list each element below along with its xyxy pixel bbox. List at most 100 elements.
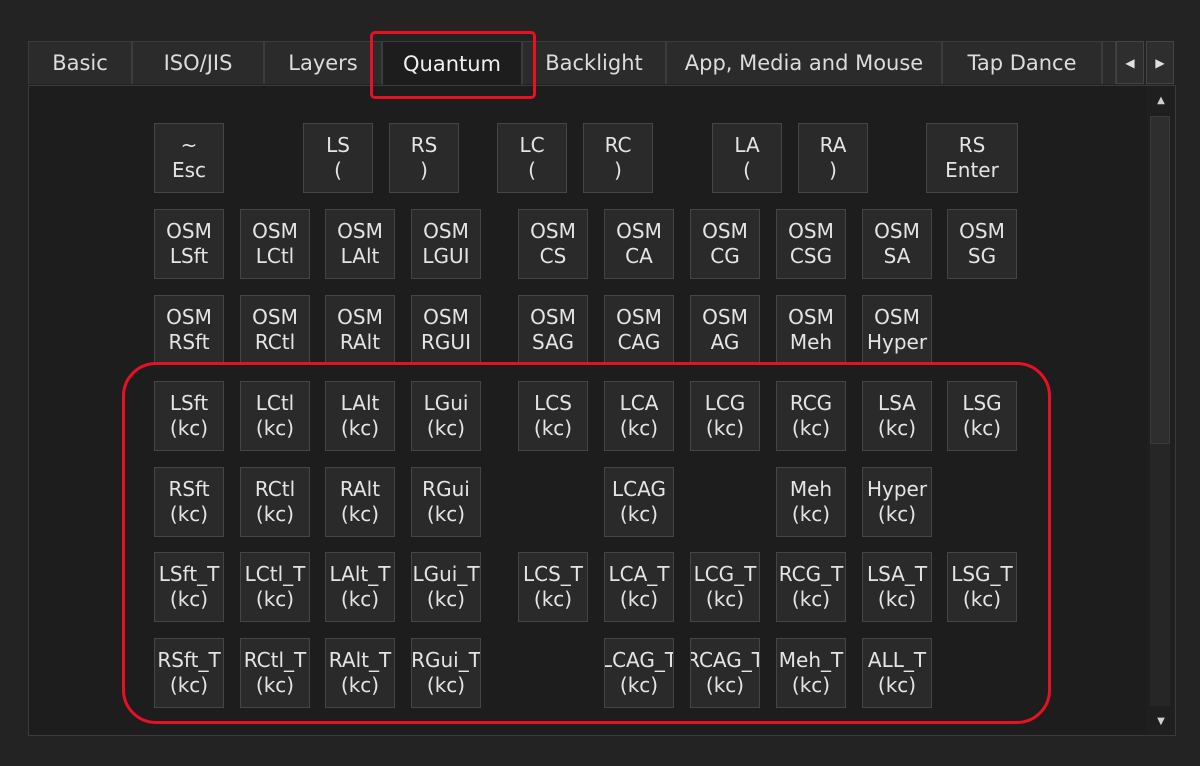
key-lctl-t-kc[interactable]: LCtl_T (kc) <box>240 552 310 622</box>
key-label-top: Hyper <box>866 477 928 501</box>
key-lsft-t-kc[interactable]: LSft_T (kc) <box>154 552 224 622</box>
scroll-track[interactable] <box>1150 116 1170 706</box>
key-rcg-t-kc[interactable]: RCG_T (kc) <box>776 552 846 622</box>
key-rgui-kc[interactable]: RGui (kc) <box>411 467 481 537</box>
key-label-top: LC <box>519 133 545 157</box>
tab-layers[interactable]: Layers <box>264 41 382 84</box>
key-osm-rsft[interactable]: OSM RSft <box>154 295 224 365</box>
key-rcg-kc[interactable]: RCG (kc) <box>776 381 846 451</box>
key-osm-ca[interactable]: OSM CA <box>604 209 674 279</box>
key-rs-paren[interactable]: RS) <box>389 123 459 193</box>
key-lcs-t-kc[interactable]: LCS_T (kc) <box>518 552 588 622</box>
tab-scroll-left-button[interactable]: ◀ <box>1116 41 1144 84</box>
key-hyper-kc[interactable]: Hyper (kc) <box>862 467 932 537</box>
scroll-down-button[interactable]: ▼ <box>1147 707 1175 735</box>
key-label-bottom: (kc) <box>877 416 917 440</box>
key-label-top: RS <box>958 133 986 157</box>
key-osm-lalt[interactable]: OSM LAlt <box>325 209 395 279</box>
key-osm-cg[interactable]: OSM CG <box>690 209 760 279</box>
key-lsa-kc[interactable]: LSA (kc) <box>862 381 932 451</box>
key-lgui-kc[interactable]: LGui (kc) <box>411 381 481 451</box>
key-lsg-t-kc[interactable]: LSG_T (kc) <box>947 552 1017 622</box>
key-lgui-t-kc[interactable]: LGui_T (kc) <box>411 552 481 622</box>
key-osm-sag[interactable]: OSM SAG <box>518 295 588 365</box>
key-lalt-t-kc[interactable]: LAlt_T (kc) <box>325 552 395 622</box>
key-lcg-kc[interactable]: LCG (kc) <box>690 381 760 451</box>
key-osm-cag[interactable]: OSM CAG <box>604 295 674 365</box>
key-lctl-kc[interactable]: LCtl (kc) <box>240 381 310 451</box>
key-lc-paren[interactable]: LC( <box>497 123 567 193</box>
key-osm-sg[interactable]: OSM SG <box>947 209 1017 279</box>
key-lsft-kc[interactable]: LSft (kc) <box>154 381 224 451</box>
key-label-bottom: (kc) <box>533 416 573 440</box>
key-osm-lctl[interactable]: OSM LCtl <box>240 209 310 279</box>
key-rsft-t-kc[interactable]: RSft_T (kc) <box>154 638 224 708</box>
key-rs-enter[interactable]: RS Enter <box>926 123 1018 193</box>
tab-overflow[interactable] <box>1102 41 1116 84</box>
key-all-t-kc[interactable]: ALL_T (kc) <box>862 638 932 708</box>
key-label-bottom: (kc) <box>962 587 1002 611</box>
key-rctl-t-kc[interactable]: RCtl_T (kc) <box>240 638 310 708</box>
tab-iso-jis[interactable]: ISO/JIS <box>132 41 264 84</box>
key-rsft-kc[interactable]: RSft (kc) <box>154 467 224 537</box>
key-la-paren[interactable]: LA( <box>712 123 782 193</box>
tab-basic[interactable]: Basic <box>28 41 132 84</box>
key-label-top: RAlt <box>339 477 381 501</box>
key-lca-t-kc[interactable]: LCA_T (kc) <box>604 552 674 622</box>
key-osm-ralt[interactable]: OSM RAlt <box>325 295 395 365</box>
key-lsa-t-kc[interactable]: LSA_T (kc) <box>862 552 932 622</box>
tab-scroll-right-button[interactable]: ▶ <box>1146 41 1174 84</box>
key-osm-csg[interactable]: OSM CSG <box>776 209 846 279</box>
key-rgui-t-kc[interactable]: RGui_T (kc) <box>411 638 481 708</box>
key-osm-meh[interactable]: OSM Meh <box>776 295 846 365</box>
key-lalt-kc[interactable]: LAlt (kc) <box>325 381 395 451</box>
scroll-up-button[interactable]: ▲ <box>1147 86 1175 114</box>
key-ls-paren[interactable]: LS( <box>303 123 373 193</box>
key-label-bottom: ) <box>614 158 622 182</box>
tab-backlight[interactable]: Backlight <box>522 41 666 84</box>
key-osm-sa[interactable]: OSM SA <box>862 209 932 279</box>
key-label-top: OSM <box>530 219 576 243</box>
key-label-top: RA <box>819 133 847 157</box>
key-lcag-t-kc[interactable]: LCAG_T (kc) <box>604 638 674 708</box>
key-label-top: OSM <box>423 305 469 329</box>
key-osm-rgui[interactable]: OSM RGUI <box>411 295 481 365</box>
key-rctl-kc[interactable]: RCtl (kc) <box>240 467 310 537</box>
key-osm-hyper[interactable]: OSM Hyper <box>862 295 932 365</box>
key-ralt-kc[interactable]: RAlt (kc) <box>325 467 395 537</box>
key-lca-kc[interactable]: LCA (kc) <box>604 381 674 451</box>
key-lcg-t-kc[interactable]: LCG_T (kc) <box>690 552 760 622</box>
key-label-bottom: LSft <box>169 244 209 268</box>
key-label-top: RC <box>604 133 632 157</box>
key-lcag-kc[interactable]: LCAG (kc) <box>604 467 674 537</box>
key-osm-ag[interactable]: OSM AG <box>690 295 760 365</box>
key-meh-t-kc[interactable]: Meh_T (kc) <box>776 638 846 708</box>
key-label-bottom: (kc) <box>169 416 209 440</box>
key-osm-cs[interactable]: OSM CS <box>518 209 588 279</box>
tab-app-media-mouse[interactable]: App, Media and Mouse <box>666 41 942 84</box>
key-ralt-t-kc[interactable]: RAlt_T (kc) <box>325 638 395 708</box>
key-label-top: RSft_T <box>157 648 221 672</box>
key-lsg-kc[interactable]: LSG (kc) <box>947 381 1017 451</box>
key-label-top: OSM <box>874 219 920 243</box>
key-esc[interactable]: ~ Esc <box>154 123 224 193</box>
key-osm-lgui[interactable]: OSM LGUI <box>411 209 481 279</box>
key-label-bottom: ( <box>528 158 536 182</box>
key-meh-kc[interactable]: Meh (kc) <box>776 467 846 537</box>
key-rcag-t-kc[interactable]: RCAG_T(kc) <box>690 638 760 708</box>
key-osm-rctl[interactable]: OSM RCtl <box>240 295 310 365</box>
key-label-top: RCtl_T <box>243 648 307 672</box>
vertical-scrollbar[interactable]: ▲ ▼ <box>1147 86 1175 735</box>
key-label-top: OSM <box>337 305 383 329</box>
key-label-bottom: LGUI <box>422 244 470 268</box>
key-label-bottom: (kc) <box>426 673 466 697</box>
key-ra-paren[interactable]: RA) <box>798 123 868 193</box>
key-label-bottom: SA <box>883 244 911 268</box>
key-label-bottom: AG <box>710 330 740 354</box>
key-rc-paren[interactable]: RC) <box>583 123 653 193</box>
tab-quantum[interactable]: Quantum <box>382 41 522 86</box>
scroll-thumb[interactable] <box>1150 116 1170 444</box>
key-osm-lsft[interactable]: OSM LSft <box>154 209 224 279</box>
tab-tap-dance[interactable]: Tap Dance <box>942 41 1102 84</box>
key-lcs-kc[interactable]: LCS (kc) <box>518 381 588 451</box>
